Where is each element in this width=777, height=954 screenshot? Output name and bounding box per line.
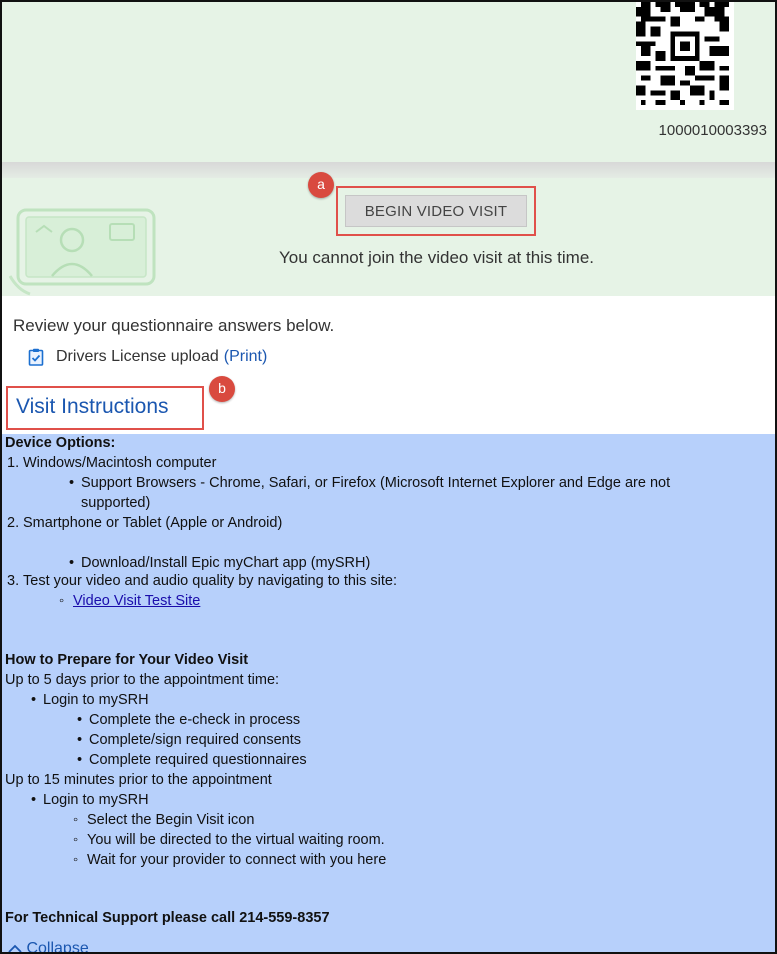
device-options-heading: Device Options: [5, 435, 116, 451]
section-divider [2, 162, 775, 178]
list-item: Wait for your provider to connect with y… [87, 852, 387, 868]
bullet-icon: • [31, 792, 37, 808]
collapse-label: Collapse [26, 940, 89, 954]
qr-code-icon [635, 2, 735, 110]
annotation-badge-b: b [209, 376, 235, 402]
hollow-bullet-icon: ◦ [73, 852, 79, 868]
list-number: 3. [7, 573, 20, 589]
barcode-panel: 1000010003393 [2, 2, 775, 162]
visit-instructions-title: Visit Instructions [16, 395, 169, 418]
list-item: Smartphone or Tablet (Apple or Android) [23, 515, 283, 531]
list-item: Complete required questionnaires [89, 752, 307, 768]
list-item: Up to 5 days prior to the appointment ti… [5, 672, 280, 688]
visit-instructions-highlight: Visit Instructions [6, 386, 204, 430]
collapse-toggle[interactable]: Collapse [8, 940, 89, 954]
list-item: Support Browsers - Chrome, Safari, or Fi… [81, 475, 671, 491]
hollow-bullet-icon: ◦ [59, 593, 65, 609]
bullet-icon: • [77, 732, 83, 748]
instructions-panel: Device Options: 1. Windows/Macintosh com… [2, 434, 775, 952]
list-item: supported) [81, 495, 151, 511]
chevron-up-icon [8, 940, 26, 952]
video-visit-panel: BEGIN VIDEO VISIT You cannot join the vi… [2, 178, 775, 296]
questionnaire-item: Drivers License upload (Print) [28, 348, 267, 366]
review-intro: Review your questionnaire answers below. [13, 316, 335, 335]
bullet-icon: • [69, 555, 75, 571]
technical-support-text: For Technical Support please call 214-55… [5, 910, 330, 926]
begin-video-visit-highlight: BEGIN VIDEO VISIT [336, 186, 536, 236]
hollow-bullet-icon: ◦ [73, 832, 79, 848]
prepare-heading: How to Prepare for Your Video Visit [5, 652, 249, 668]
list-item: Test your video and audio quality by nav… [23, 573, 398, 589]
list-item: Complete the e-check in process [89, 712, 301, 728]
print-link[interactable]: (Print) [224, 348, 268, 366]
list-item: You will be directed to the virtual wait… [87, 832, 385, 848]
video-visit-test-site-link[interactable]: Video Visit Test Site [73, 593, 200, 609]
barcode-number: 1000010003393 [658, 122, 767, 139]
hollow-bullet-icon: ◦ [73, 812, 79, 828]
page-frame: 1000010003393 BEGIN VIDEO VISIT You cann… [0, 0, 777, 954]
questionnaire-name: Drivers License upload [56, 348, 219, 365]
clipboard-check-icon [28, 348, 44, 366]
bullet-icon: • [77, 712, 83, 728]
annotation-badge-a: a [308, 172, 334, 198]
video-visit-status: You cannot join the video visit at this … [279, 248, 594, 267]
bullet-icon: • [31, 692, 37, 708]
list-number: 1. [7, 455, 20, 471]
bullet-icon: • [77, 752, 83, 768]
list-item: Download/Install Epic myChart app (mySRH… [81, 555, 371, 571]
list-item: Select the Begin Visit icon [87, 812, 255, 828]
list-item: Complete/sign required consents [89, 732, 301, 748]
list-number: 2. [7, 515, 20, 531]
list-item: Login to mySRH [43, 792, 149, 808]
begin-video-visit-button[interactable]: BEGIN VIDEO VISIT [345, 195, 527, 227]
list-item: Login to mySRH [43, 692, 149, 708]
bullet-icon: • [69, 475, 75, 491]
list-item: Up to 15 minutes prior to the appointmen… [5, 772, 272, 788]
list-item: Windows/Macintosh computer [23, 455, 217, 471]
